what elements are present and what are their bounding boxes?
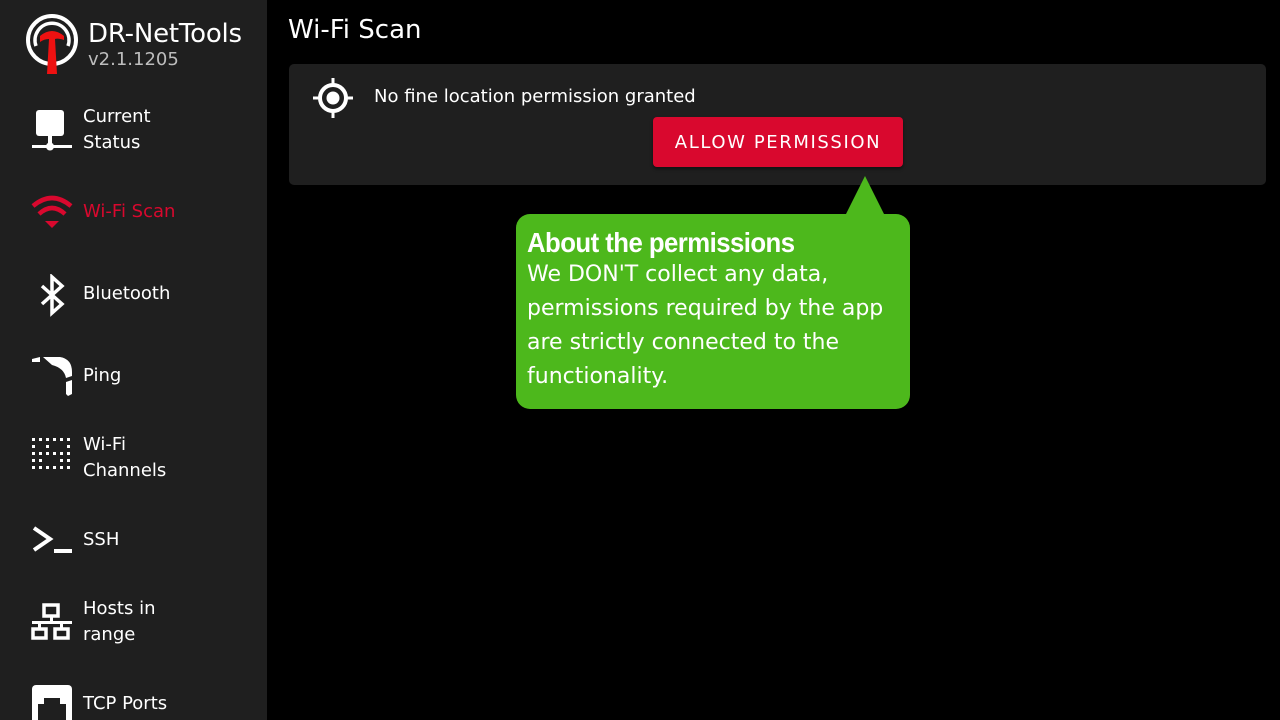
ping-boomerang-icon	[32, 357, 72, 396]
sidebar-item-label: Wi-Fi Channels	[83, 434, 167, 481]
ethernet-port-icon	[32, 685, 72, 720]
sidebar-item-label: Wi-Fi Scan	[83, 201, 176, 222]
allow-permission-button[interactable]: ALLOW PERMISSION	[653, 117, 903, 167]
permission-card: No fine location permission granted ALLO…	[289, 64, 1266, 185]
sidebar-item-label: Ping	[83, 365, 122, 386]
sidebar-item-label: TCP Ports	[83, 693, 168, 714]
sidebar-item-ping[interactable]: Ping	[0, 354, 267, 398]
sidebar-item-tcp-ports[interactable]: TCP Ports	[0, 684, 267, 720]
brand-header: DR-NetTools v2.1.1205	[24, 12, 264, 76]
permission-message: No fine location permission granted	[374, 86, 696, 107]
sidebar-item-wifi-scan[interactable]: Wi-Fi Scan	[0, 192, 267, 232]
app-version: v2.1.1205	[88, 49, 179, 70]
sidebar-item-label: Hosts in range	[83, 598, 156, 645]
sidebar-item-label: Bluetooth	[83, 283, 171, 304]
sidebar-item-label: SSH	[83, 529, 120, 550]
tooltip-arrow	[845, 176, 885, 216]
app-logo-icon	[26, 14, 78, 74]
permissions-tooltip: About the permissions We DON'T collect a…	[516, 176, 910, 409]
sidebar-item-current-status[interactable]: Current Status	[0, 104, 267, 160]
tooltip-body: We DON'T collect any data, permissions r…	[527, 262, 884, 389]
page-title: Wi-Fi Scan	[288, 15, 422, 45]
channels-grid-icon	[32, 438, 70, 469]
sidebar-item-bluetooth[interactable]: Bluetooth	[0, 274, 267, 318]
app-name: DR-NetTools	[88, 19, 242, 49]
sidebar-item-ssh[interactable]: SSH	[0, 520, 267, 564]
sidebar-item-hosts-in-range[interactable]: Hosts in range	[0, 596, 267, 652]
network-computer-icon	[32, 110, 72, 151]
sidebar-item-wifi-channels[interactable]: Wi-Fi Channels	[0, 432, 267, 488]
lan-hosts-icon	[31, 603, 72, 640]
sidebar: DR-NetTools v2.1.1205 Current Status Wi-…	[0, 0, 267, 720]
sidebar-item-label: Current Status	[83, 106, 151, 153]
wifi-icon	[31, 195, 73, 228]
terminal-icon	[32, 526, 72, 553]
gps-location-icon	[313, 78, 353, 118]
tooltip-title: About the permissions	[527, 227, 795, 258]
bluetooth-icon	[40, 274, 65, 317]
